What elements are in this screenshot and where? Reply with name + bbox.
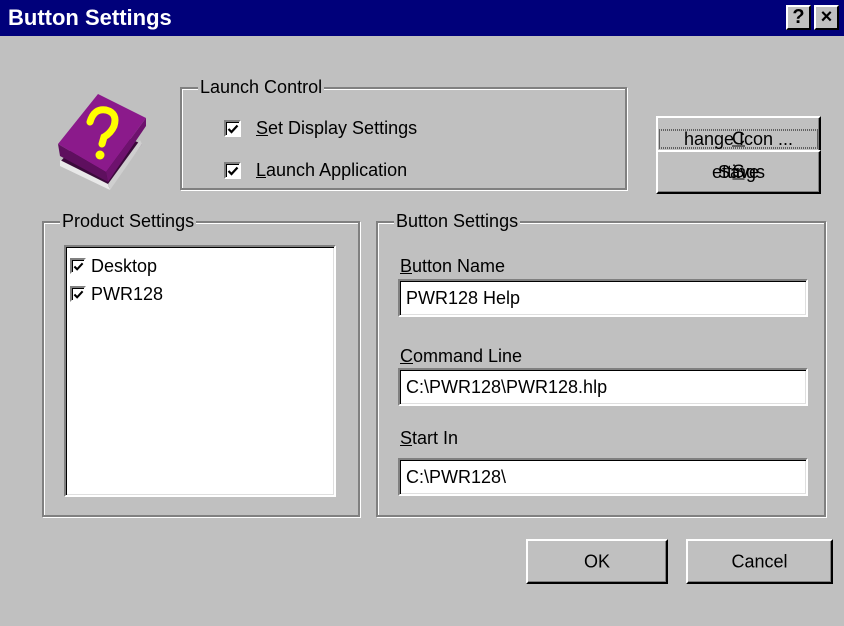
desktop-check[interactable] (70, 258, 86, 274)
command-line-label: Command Line (400, 346, 523, 366)
list-item-label: PWR128 (91, 284, 164, 304)
pwr128-check[interactable] (70, 286, 86, 302)
close-button[interactable]: × (814, 5, 839, 30)
button-settings-group: Button Settings Button Name PWR128 Help … (376, 210, 826, 517)
product-settings-group: Product Settings Desktop PWR128 (42, 210, 360, 517)
product-settings-title: Product Settings (60, 210, 197, 232)
change-icon-label: Change Icon ... (658, 129, 819, 150)
launch-control-group: Launch Control Set Display Settings Laun… (180, 76, 627, 190)
list-item-label: Desktop (91, 256, 158, 276)
command-line-input[interactable]: C:\PWR128\PWR128.hlp (398, 368, 808, 406)
ok-button[interactable]: OK (526, 539, 668, 584)
button-name-value: PWR128 Help (406, 288, 521, 308)
cancel-button[interactable]: Cancel (686, 539, 833, 584)
launch-application-check[interactable] (224, 162, 241, 179)
launch-application-label: Launch Application (256, 160, 408, 180)
button-name-label: Button Name (400, 256, 506, 276)
cancel-label: Cancel (731, 551, 788, 571)
product-list[interactable]: Desktop PWR128 (64, 245, 336, 497)
start-in-value: C:\PWR128\ (406, 467, 507, 487)
title-bar[interactable]: Button Settings ? × (0, 0, 844, 36)
launch-control-title: Launch Control (198, 76, 325, 98)
start-in-input[interactable]: C:\PWR128\ (398, 458, 808, 496)
set-display-settings-label: Set Display Settings (256, 118, 418, 138)
help-book-icon (50, 82, 150, 192)
help-button[interactable]: ? (786, 5, 811, 30)
button-name-input[interactable]: PWR128 Help (398, 279, 808, 317)
command-line-value: C:\PWR128\PWR128.hlp (406, 377, 608, 397)
save-settings-label: Save Settings (711, 161, 766, 182)
set-display-settings-check[interactable] (224, 120, 241, 137)
start-in-label: Start In (400, 428, 459, 448)
window-title: Button Settings (8, 5, 172, 30)
save-settings-button[interactable]: Save Settings (656, 150, 821, 194)
button-settings-title: Button Settings (394, 210, 521, 232)
ok-label: OK (583, 551, 610, 571)
